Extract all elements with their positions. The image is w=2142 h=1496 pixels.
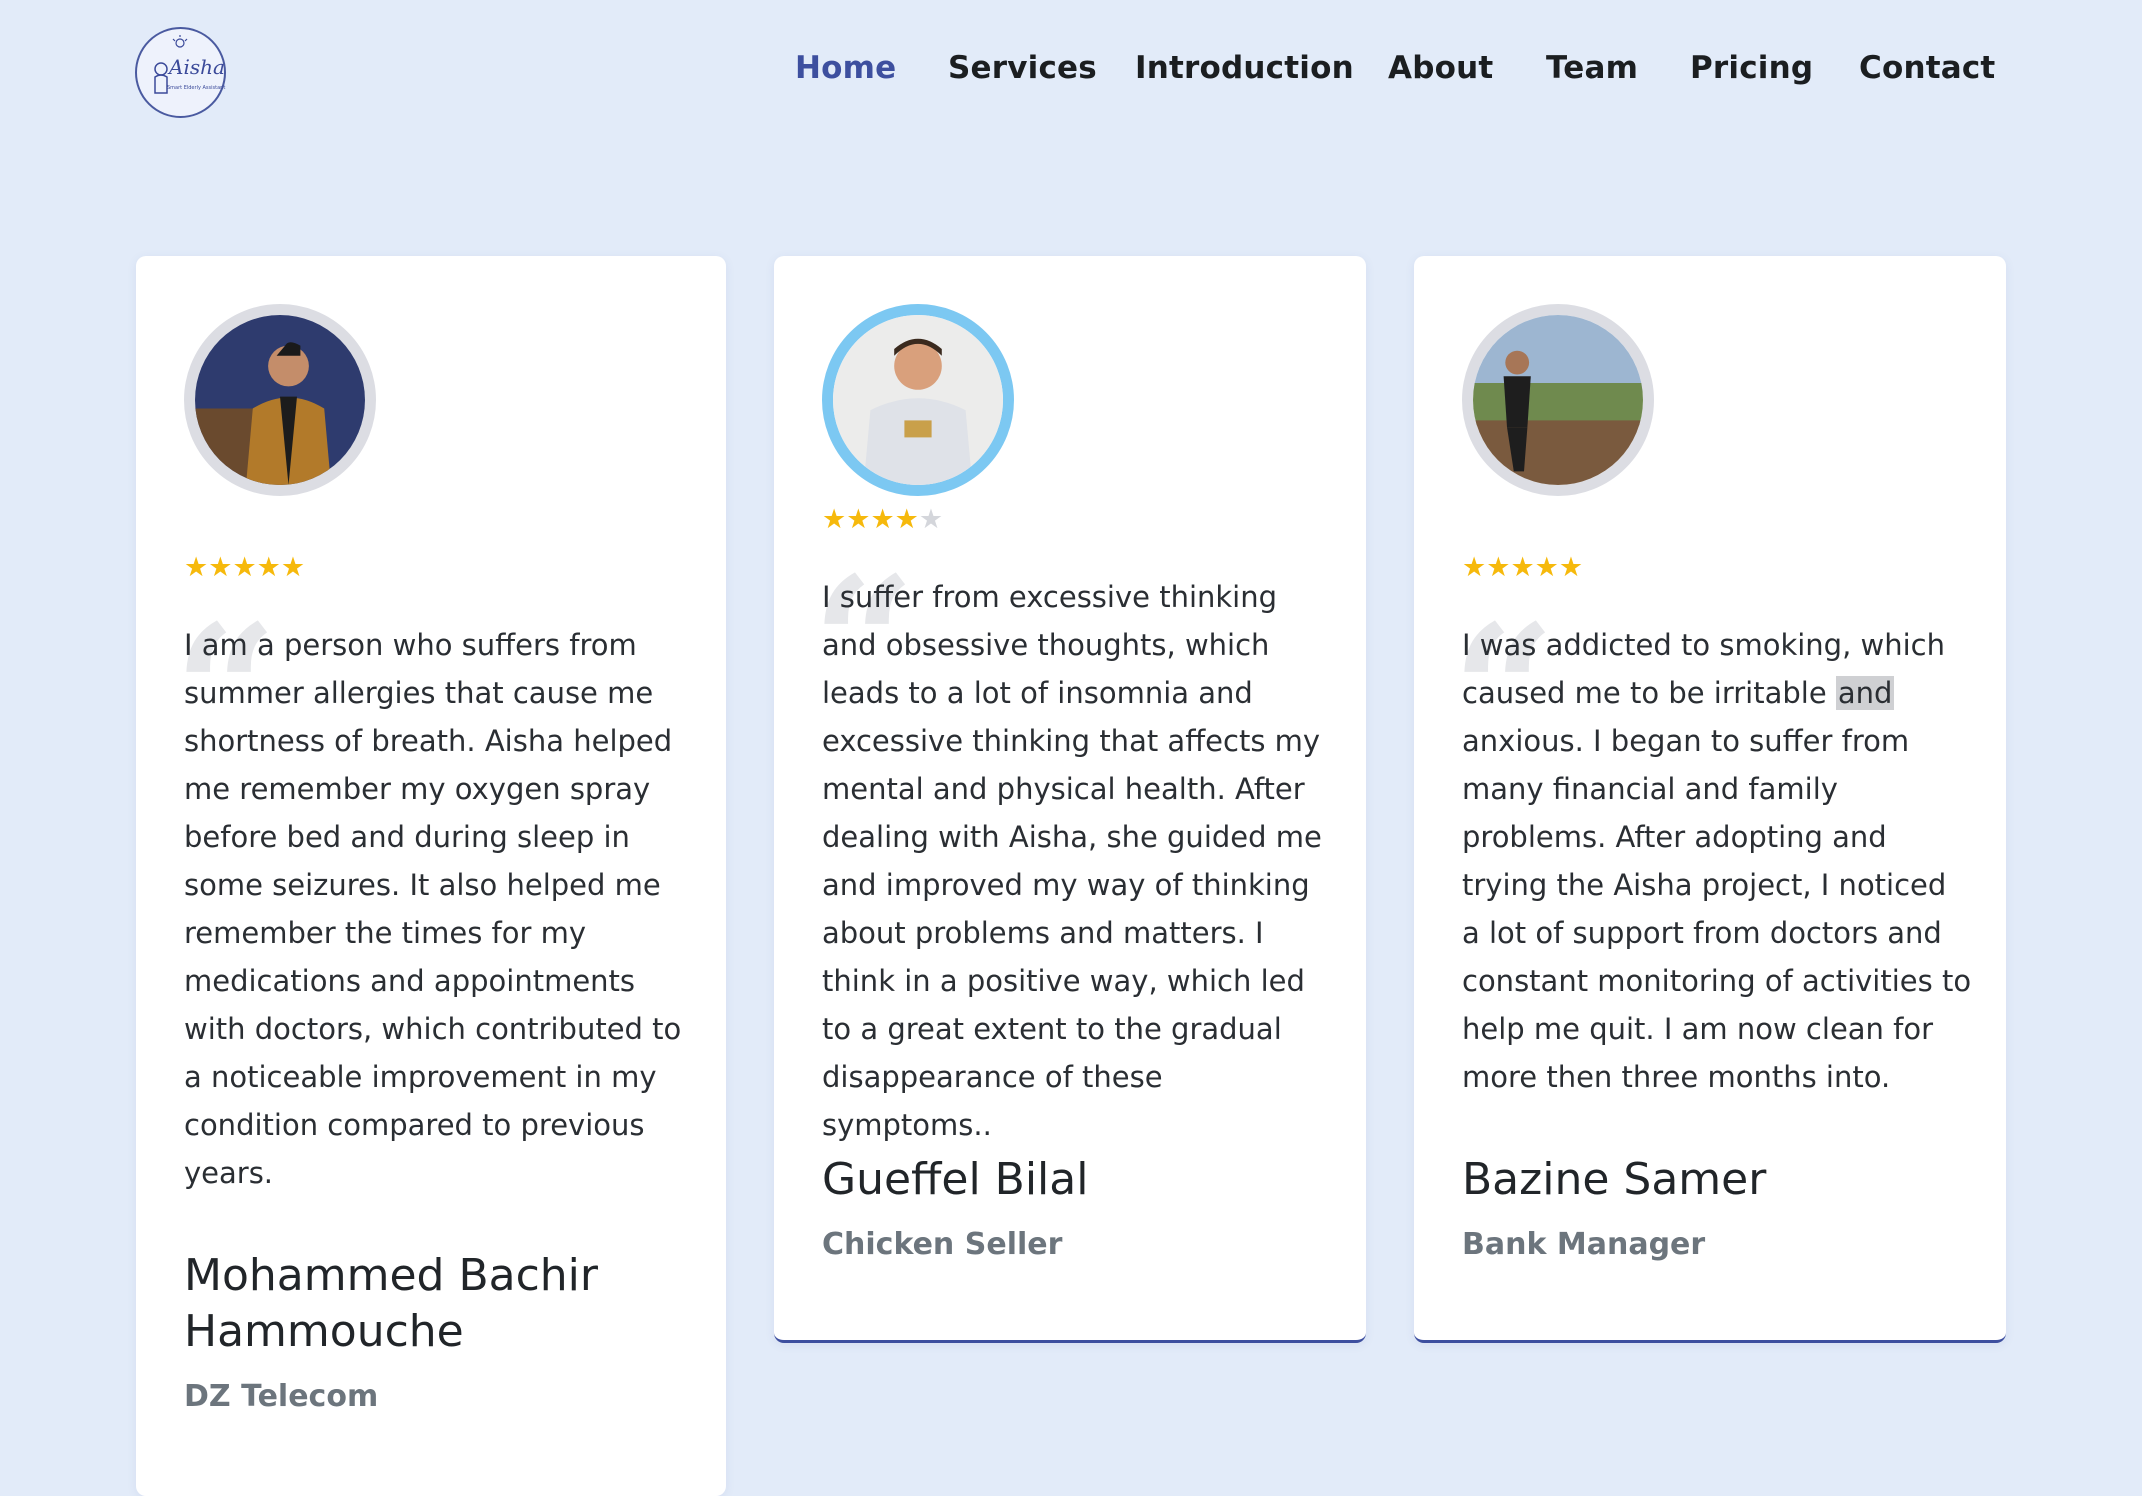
star-filled-icon: ★ — [1534, 552, 1559, 583]
reviewer-role: DZ Telecom — [184, 1379, 379, 1414]
reviewer-name: Bazine Samer — [1462, 1154, 1767, 1205]
person-avatar — [822, 304, 1014, 496]
star-filled-icon: ★ — [256, 552, 281, 583]
review-text: I am a person who suffers from summer al… — [184, 628, 682, 1190]
star-filled-icon: ★ — [870, 504, 895, 535]
star-filled-icon: ★ — [822, 504, 847, 535]
star-filled-icon: ★ — [184, 552, 209, 583]
nav-services[interactable]: Services — [948, 50, 1097, 86]
star-filled-icon: ★ — [846, 504, 871, 535]
testimonial-card: ★★★★★ “ I suffer from excessive thinking… — [774, 256, 1366, 1343]
testimonial-card: ★★★★★ “ I am a person who suffers from s… — [136, 256, 726, 1496]
nav-pricing[interactable]: Pricing — [1690, 50, 1813, 86]
reviewer-role: Bank Manager — [1462, 1227, 1706, 1262]
star-filled-icon: ★ — [1510, 552, 1535, 583]
person-avatar — [184, 304, 376, 496]
rating-stars: ★★★★★ — [184, 554, 305, 581]
nav-about[interactable]: About — [1388, 50, 1493, 86]
reviewer-role: Chicken Seller — [822, 1227, 1063, 1262]
rating-stars: ★★★★★ — [822, 506, 943, 533]
main-nav: Home Services Introduction About Team Pr… — [0, 50, 2142, 98]
review-text-part: anxious. I began to suffer from many fin… — [1462, 724, 1972, 1094]
person-avatar-icon — [195, 315, 365, 485]
rating-stars: ★★★★★ — [1462, 554, 1583, 581]
reviewer-name: Mohammed Bachir Hammouche — [184, 1250, 598, 1357]
star-filled-icon: ★ — [1462, 552, 1487, 583]
nav-team[interactable]: Team — [1546, 50, 1638, 86]
highlighted-word: and — [1835, 676, 1895, 710]
review-text: I was addicted to smoking, which caused … — [1462, 621, 1972, 1101]
person-avatar-icon — [833, 315, 1003, 485]
person-avatar — [1462, 304, 1654, 496]
star-empty-icon: ★ — [918, 504, 944, 535]
star-filled-icon: ★ — [208, 552, 233, 583]
star-filled-icon: ★ — [1486, 552, 1511, 583]
star-filled-icon: ★ — [1558, 552, 1584, 583]
nav-introduction[interactable]: Introduction — [1135, 50, 1354, 86]
star-filled-icon: ★ — [280, 552, 306, 583]
star-filled-icon: ★ — [232, 552, 257, 583]
nav-home[interactable]: Home — [795, 50, 896, 86]
reviewer-name: Gueffel Bilal — [822, 1154, 1089, 1205]
review-text: I suffer from excessive thinking and obs… — [822, 580, 1322, 1142]
star-filled-icon: ★ — [894, 504, 919, 535]
person-avatar-icon — [1473, 315, 1643, 485]
testimonial-card: ★★★★★ “ I was addicted to smoking, which… — [1414, 256, 2006, 1343]
nav-contact[interactable]: Contact — [1859, 50, 1995, 86]
